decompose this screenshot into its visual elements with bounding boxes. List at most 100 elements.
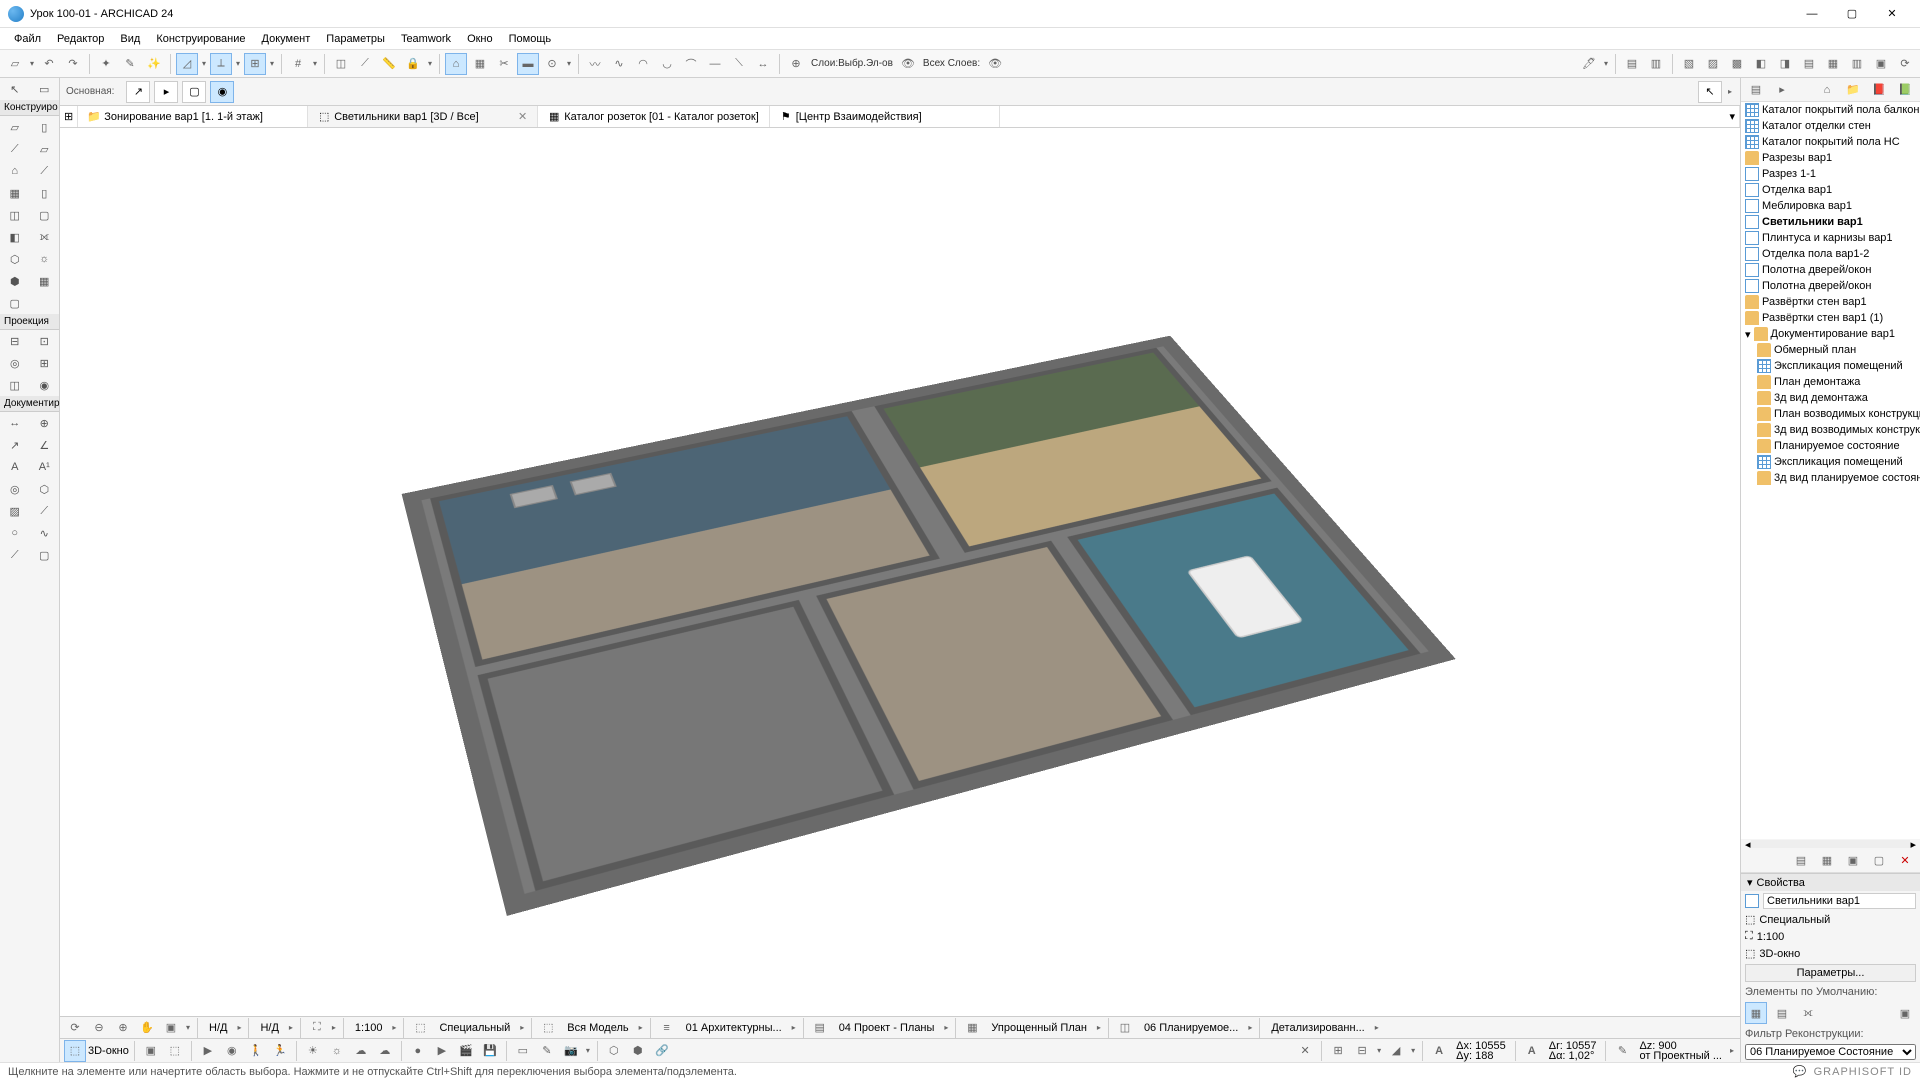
line-icon[interactable]: —	[704, 53, 726, 75]
tab-switch-icon[interactable]: ⊞	[60, 106, 78, 127]
default1-icon[interactable]: ▦	[1745, 1002, 1767, 1024]
drawing-tool-icon[interactable]: ▢	[30, 544, 60, 566]
nav2-icon[interactable]: ◉	[221, 1040, 243, 1062]
dropdown-icon[interactable]: ▸	[1728, 1046, 1736, 1055]
cloud-icon[interactable]: ☁	[350, 1040, 372, 1062]
tool-c-icon[interactable]: ▧	[1678, 53, 1700, 75]
marker-icon[interactable]: ⬡	[603, 1040, 625, 1062]
navigator-tree[interactable]: Каталог покрытий пола балконКаталог отде…	[1741, 102, 1920, 839]
menu-editor[interactable]: Редактор	[49, 31, 112, 47]
plan-state[interactable]: 06 Планируемое...	[1138, 1022, 1244, 1034]
default2-icon[interactable]: ▤	[1771, 1002, 1793, 1024]
fill-tool-icon[interactable]: ▨	[0, 500, 30, 522]
morph-tool-icon[interactable]: ▦	[30, 270, 60, 292]
snap-y-icon[interactable]: ⊟	[1351, 1040, 1373, 1062]
nav-item[interactable]: Разрезы вар1	[1741, 150, 1920, 166]
marquee-icon[interactable]: ▭	[512, 1040, 534, 1062]
measure-icon[interactable]: 📏	[378, 53, 400, 75]
tool-h-icon[interactable]: ▤	[1798, 53, 1820, 75]
render-mode-icon[interactable]: ⬚	[409, 1017, 431, 1039]
sun2-icon[interactable]: ☼	[326, 1040, 348, 1062]
menu-window[interactable]: Окно	[459, 31, 501, 47]
messages-icon[interactable]: 💬	[1793, 1065, 1808, 1078]
home-icon[interactable]: ⌂	[1816, 79, 1838, 101]
nav-item[interactable]: Экспликация помещений	[1741, 454, 1920, 470]
dropdown-icon[interactable]: ▾	[268, 59, 276, 68]
detail-tool-icon[interactable]: ◎	[0, 352, 30, 374]
nav-item[interactable]: Разрез 1-1	[1741, 166, 1920, 182]
action2-icon[interactable]: ▦	[1816, 850, 1838, 872]
cam2-tool-icon[interactable]: ◉	[30, 374, 60, 396]
snap-2-icon[interactable]: ⟂	[210, 53, 232, 75]
sun-icon[interactable]: ☀	[302, 1040, 324, 1062]
skylight-tool-icon[interactable]: ◧	[0, 226, 30, 248]
tab-interact[interactable]: ⚑[Центр Взаимодействия]	[770, 106, 1000, 127]
snap-x-icon[interactable]: ⊞	[1327, 1040, 1349, 1062]
view-name-input[interactable]	[1763, 893, 1916, 909]
layer-combo[interactable]: 01 Архитектурны...	[680, 1022, 788, 1034]
dropdown-icon[interactable]: ▸	[287, 1023, 295, 1032]
snap-1-icon[interactable]: ◿	[176, 53, 198, 75]
region-icon[interactable]: ▦	[469, 53, 491, 75]
lamp-tool-icon[interactable]: ☼	[30, 248, 60, 270]
camera-tool-icon[interactable]: ◫	[0, 374, 30, 396]
grid-icon[interactable]: #	[287, 53, 309, 75]
menu-teamwork[interactable]: Teamwork	[393, 31, 459, 47]
play-icon[interactable]: ▶	[431, 1040, 453, 1062]
maximize-button[interactable]: ▢	[1832, 2, 1872, 26]
menu-view[interactable]: Вид	[112, 31, 148, 47]
tab-catalog[interactable]: ▦Каталог розеток [01 - Каталог розеток]	[538, 106, 770, 127]
nav-item[interactable]: Отделка вар1	[1741, 182, 1920, 198]
change-tool-icon[interactable]: ⬡	[30, 478, 60, 500]
zoom-fit-icon[interactable]: ⛶	[306, 1017, 328, 1039]
planstate-icon[interactable]: ◫	[1114, 1017, 1136, 1039]
brush-icon[interactable]: ✎	[536, 1040, 558, 1062]
nav-item[interactable]: 3д вид планируемое состояние	[1741, 470, 1920, 486]
dropdown-icon[interactable]: ▾	[234, 59, 242, 68]
dropdown-icon[interactable]: ▸	[790, 1023, 798, 1032]
text-tool-icon[interactable]: A	[0, 456, 30, 478]
window-tool-icon[interactable]: ▢	[30, 204, 60, 226]
collapse-icon[interactable]: ▾	[1747, 876, 1753, 889]
beam-tool-icon[interactable]: ⟋	[0, 138, 30, 160]
dropdown-icon[interactable]: ▸	[1726, 87, 1734, 96]
nav-item[interactable]: Плинтуса и карнизы вар1	[1741, 230, 1920, 246]
dim-icon[interactable]: ↔	[752, 53, 774, 75]
object-tool-icon[interactable]: ⬡	[0, 248, 30, 270]
persp-icon[interactable]: ▣	[140, 1040, 162, 1062]
dropdown-icon[interactable]: ▾	[1375, 1046, 1383, 1055]
elevation-tool-icon[interactable]: ⊡	[30, 330, 60, 352]
dropdown-icon[interactable]: ▸	[390, 1023, 398, 1032]
walk-icon[interactable]: 🚶	[245, 1040, 267, 1062]
navigator-mode-icon[interactable]: ▤	[1745, 79, 1767, 101]
nav-item[interactable]: Развёртки стен вар1	[1741, 294, 1920, 310]
nav-item[interactable]: План возводимых конструкций	[1741, 406, 1920, 422]
nav-item[interactable]: 3д вид возводимых конструкций	[1741, 422, 1920, 438]
snap-3-icon[interactable]: ⊞	[244, 53, 266, 75]
ctx-pointer[interactable]: ↖	[1698, 81, 1722, 103]
orbit-icon[interactable]: ⟳	[64, 1017, 86, 1039]
level-tool-icon[interactable]: ⊕	[30, 412, 60, 434]
dropdown-icon[interactable]: ▾	[565, 59, 573, 68]
zoom-in-icon[interactable]: ⊕	[112, 1017, 134, 1039]
angle-tool-icon[interactable]: ∠	[30, 434, 60, 456]
curve-icon[interactable]: ⊙	[541, 53, 563, 75]
tool-l-icon[interactable]: ⟳	[1894, 53, 1916, 75]
arc3-icon[interactable]: ⌒	[680, 53, 702, 75]
redo-icon[interactable]: ↷	[62, 53, 84, 75]
ctx-btn-1[interactable]: ↗	[126, 81, 150, 103]
dim-tool-icon[interactable]: ↔	[0, 412, 30, 434]
nav-item[interactable]: Полотна дверей/окон	[1741, 262, 1920, 278]
dropdown-icon[interactable]: ▾	[1409, 1046, 1417, 1055]
shell-tool-icon[interactable]: ⟋	[30, 160, 60, 182]
nav-item[interactable]: Полотна дверей/окон	[1741, 278, 1920, 294]
default4-icon[interactable]: ▣	[1894, 1002, 1916, 1024]
nav-item[interactable]: ▾Документирование вар1	[1741, 326, 1920, 342]
close-icon[interactable]: ✕	[1294, 1040, 1316, 1062]
menu-document[interactable]: Документ	[254, 31, 319, 47]
nav-item[interactable]: Каталог покрытий пола НС	[1741, 134, 1920, 150]
save-icon[interactable]: 💾	[479, 1040, 501, 1062]
home-icon[interactable]: ⌂	[445, 53, 467, 75]
eye-icon[interactable]: 👁	[897, 53, 919, 75]
view-3d-label[interactable]: 3D-окно	[88, 1045, 129, 1057]
